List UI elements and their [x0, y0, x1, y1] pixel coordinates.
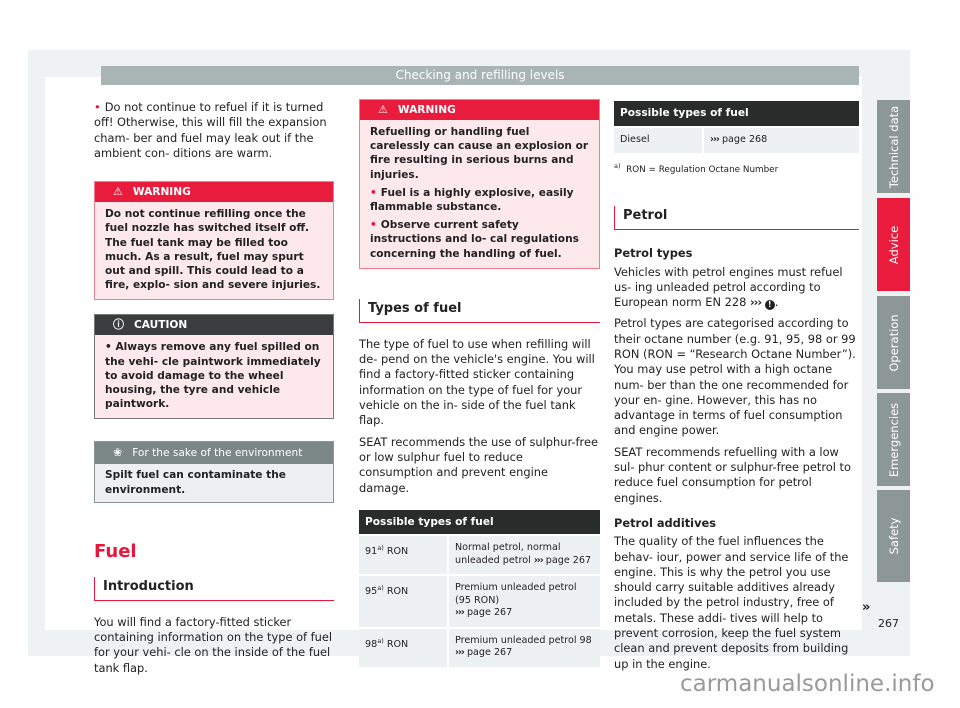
subsection-title-introduction: Introduction: [94, 576, 334, 601]
introduction-text: You will find a factory-fitted sticker c…: [94, 614, 333, 675]
petrol-types-para-3: SEAT recommends refuelling with a low su…: [614, 444, 851, 505]
bullet-icon: •: [370, 219, 377, 232]
bullet-icon: •: [105, 341, 116, 354]
warning-box: ⚠ WARNING Refuelling or handling fuel car…: [359, 99, 600, 269]
types-of-fuel-para-1: The type of fuel to use when refilling w…: [359, 336, 595, 428]
petrol-types-heading: Petrol types: [614, 246, 693, 261]
warning-triangle-icon: ⚠: [378, 103, 388, 116]
table-row: 95a) RON Premium unleaded petrol (95 RON…: [359, 576, 600, 627]
petrol-additives-heading: Petrol additives: [614, 515, 717, 530]
warning-triangle-icon: ⚠: [113, 185, 123, 199]
tab-technical-data[interactable]: Technical data: [877, 100, 910, 193]
tab-emergencies[interactable]: Emergencies: [877, 393, 910, 486]
page-ref-arrow-icon: ›››: [455, 647, 465, 659]
table-header: Possible types of fuel: [359, 509, 600, 535]
bullet-icon: •: [94, 100, 101, 114]
table-row: 98a) RON Premium unleaded petrol 98 ››› p…: [359, 628, 600, 667]
caution-text: Always remove any fuel spilled on the ve…: [105, 341, 321, 411]
column-2: ⚠ WARNING Refuelling or handling fuel car…: [359, 99, 600, 669]
watermark: carmanualsonline.info: [680, 671, 935, 697]
tab-operation[interactable]: Operation: [877, 296, 910, 389]
warning-header: ⚠ WARNING: [360, 100, 599, 120]
petrol-types-para-2: Petrol types are categorised according t…: [614, 316, 856, 438]
petrol-additives-text: The quality of the fuel influences the b…: [614, 534, 849, 671]
types-of-fuel-para-2: SEAT recommends the use of sulphur-free …: [359, 434, 598, 495]
caution-header: ⓘ CAUTION: [95, 315, 333, 336]
column-1: • Do not continue to refuel if it is turn…: [94, 100, 334, 682]
page-ref-arrow-icon: ›››: [455, 607, 465, 619]
environment-text: Spilt fuel can contaminate the environme…: [105, 469, 286, 496]
fuel-types-table: Possible types of fuel 91a) RON Normal p…: [359, 508, 600, 669]
page-link[interactable]: page 268: [722, 134, 767, 145]
petrol-types-text: Vehicles with petrol engines must refuel…: [614, 264, 843, 311]
fuel-types-table-continued: Possible types of fuel Diesel ››› page 2…: [614, 99, 859, 155]
subsection-title-types-of-fuel: Types of fuel: [359, 298, 600, 323]
intro-bullet: • Do not continue to refuel if it is turn…: [94, 100, 327, 160]
section-title-fuel: Fuel: [94, 540, 137, 562]
table-header: Possible types of fuel: [614, 101, 859, 126]
environment-box: ❀ For the sake of the environment Spilt f…: [94, 441, 334, 503]
column-3: Possible types of fuel Diesel ››› page 2…: [614, 101, 859, 678]
warning-text: Refuelling or handling fuel carelessly c…: [370, 126, 589, 181]
warning-box: ⚠ WARNING Do not continue refilling once …: [94, 181, 334, 301]
warning-text: Do not continue refilling once the fuel …: [105, 208, 321, 292]
warning-bullet: • Fuel is a highly explosive, easily flam…: [370, 186, 574, 214]
tab-advice[interactable]: Advice: [877, 198, 910, 291]
page-link[interactable]: page 267: [546, 555, 591, 566]
environment-flower-icon: ❀: [113, 446, 123, 460]
page-ref-arrow-icon: ›››: [749, 295, 762, 310]
warning-reference-icon[interactable]: !: [764, 300, 775, 311]
table-row: Diesel ››› page 268: [614, 127, 859, 153]
environment-header: ❀ For the sake of the environment: [95, 442, 333, 465]
chapter-header: Checking and refilling levels: [101, 66, 859, 85]
page-link[interactable]: page 267: [467, 607, 512, 618]
caution-circle-icon: ⓘ: [113, 318, 124, 332]
subsection-title-petrol: Petrol: [614, 206, 859, 231]
footnote: a) RON = Regulation Octane Number: [614, 162, 779, 175]
page-ref-arrow-icon: ›››: [533, 554, 544, 566]
tab-safety[interactable]: Safety: [877, 490, 910, 582]
warning-header: ⚠ WARNING: [95, 182, 333, 203]
table-row: 91a) RON Normal petrol, normal unleaded …: [359, 536, 600, 575]
page-ref-arrow-icon: ›››: [710, 133, 720, 145]
bullet-icon: •: [370, 186, 377, 199]
continued-arrow-icon: »: [862, 600, 871, 615]
caution-box: ⓘ CAUTION • Always remove any fuel spille…: [94, 314, 334, 420]
warning-bullet: • Observe current safety instructions and…: [370, 219, 579, 260]
page-number: 267: [878, 617, 899, 630]
page-link[interactable]: page 267: [467, 647, 512, 658]
